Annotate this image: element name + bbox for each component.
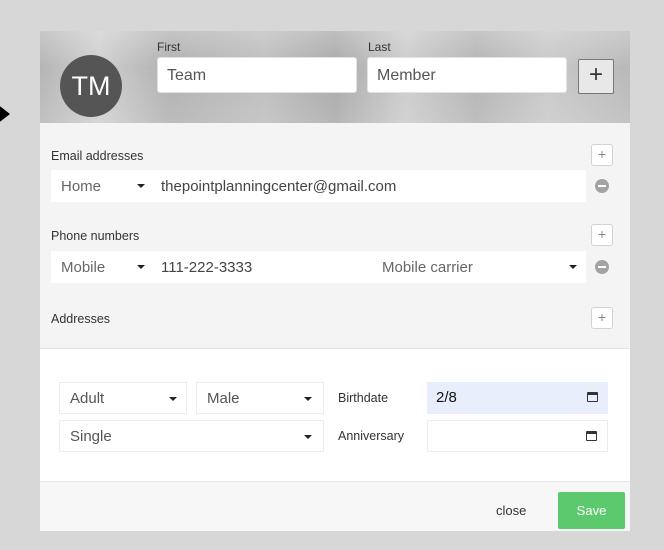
gender-value: Male [207,390,240,407]
birthdate-label: Birthdate [338,391,389,405]
gender-select[interactable]: Male [196,382,324,414]
email-type-select[interactable]: Home [61,170,151,202]
birthdate-value: 2/8 [436,389,457,406]
add-name-field-button[interactable]: + [578,59,614,94]
close-link[interactable]: close [496,503,526,518]
phone-type-value: Mobile [61,259,106,276]
email-input[interactable]: thepointplanningcenter@gmail.com [161,170,581,202]
edit-person-dialog: TM First Last Team Member + Email addres… [40,31,630,531]
contact-info-section: Email addresses + Home thepointplanningc… [40,123,630,349]
phone-number-input[interactable]: 111-222-3333 [161,251,361,283]
mobile-carrier-placeholder: Mobile carrier [382,259,473,276]
age-group-select[interactable]: Adult [59,382,187,414]
marital-status-value: Single [70,428,112,445]
first-name-label: First [157,40,181,54]
calendar-icon[interactable] [586,431,597,441]
email-section-label: Email addresses [51,149,144,163]
first-name-input[interactable]: Team [157,57,357,93]
chevron-down-icon [304,435,312,439]
calendar-icon[interactable] [587,392,598,402]
dialog-header: TM First Last Team Member + [40,31,630,123]
last-name-label: Last [368,40,391,54]
anniversary-input[interactable] [427,420,608,452]
remove-phone-icon[interactable] [595,260,609,274]
personal-details-section: Adult Male Birthdate 2/8 Single Annivers… [40,350,630,481]
phone-row: Mobile 111-222-3333 Mobile carrier [51,251,586,283]
birthdate-input[interactable]: 2/8 [427,382,608,414]
marital-status-select[interactable]: Single [59,420,324,452]
phone-type-select[interactable]: Mobile [61,251,151,283]
chevron-down-icon [569,265,577,269]
add-phone-button[interactable]: + [591,224,613,246]
anniversary-label: Anniversary [338,429,404,443]
phone-section-label: Phone numbers [51,229,140,243]
chevron-down-icon [304,397,312,401]
last-name-input[interactable]: Member [367,57,567,93]
add-address-button[interactable]: + [591,307,613,329]
avatar[interactable]: TM [60,55,122,117]
remove-email-icon[interactable] [595,179,609,193]
popover-pointer-arrow [0,100,10,128]
chevron-down-icon [137,184,145,188]
chevron-down-icon [169,397,177,401]
chevron-down-icon [137,265,145,269]
add-email-button[interactable]: + [591,144,613,166]
age-group-value: Adult [70,390,105,407]
dialog-footer: close Save [40,481,630,531]
email-type-value: Home [61,178,102,195]
email-row: Home thepointplanningcenter@gmail.com [51,170,586,202]
mobile-carrier-select[interactable]: Mobile carrier [382,251,586,283]
save-button[interactable]: Save [558,492,625,529]
addresses-section-label: Addresses [51,312,111,326]
